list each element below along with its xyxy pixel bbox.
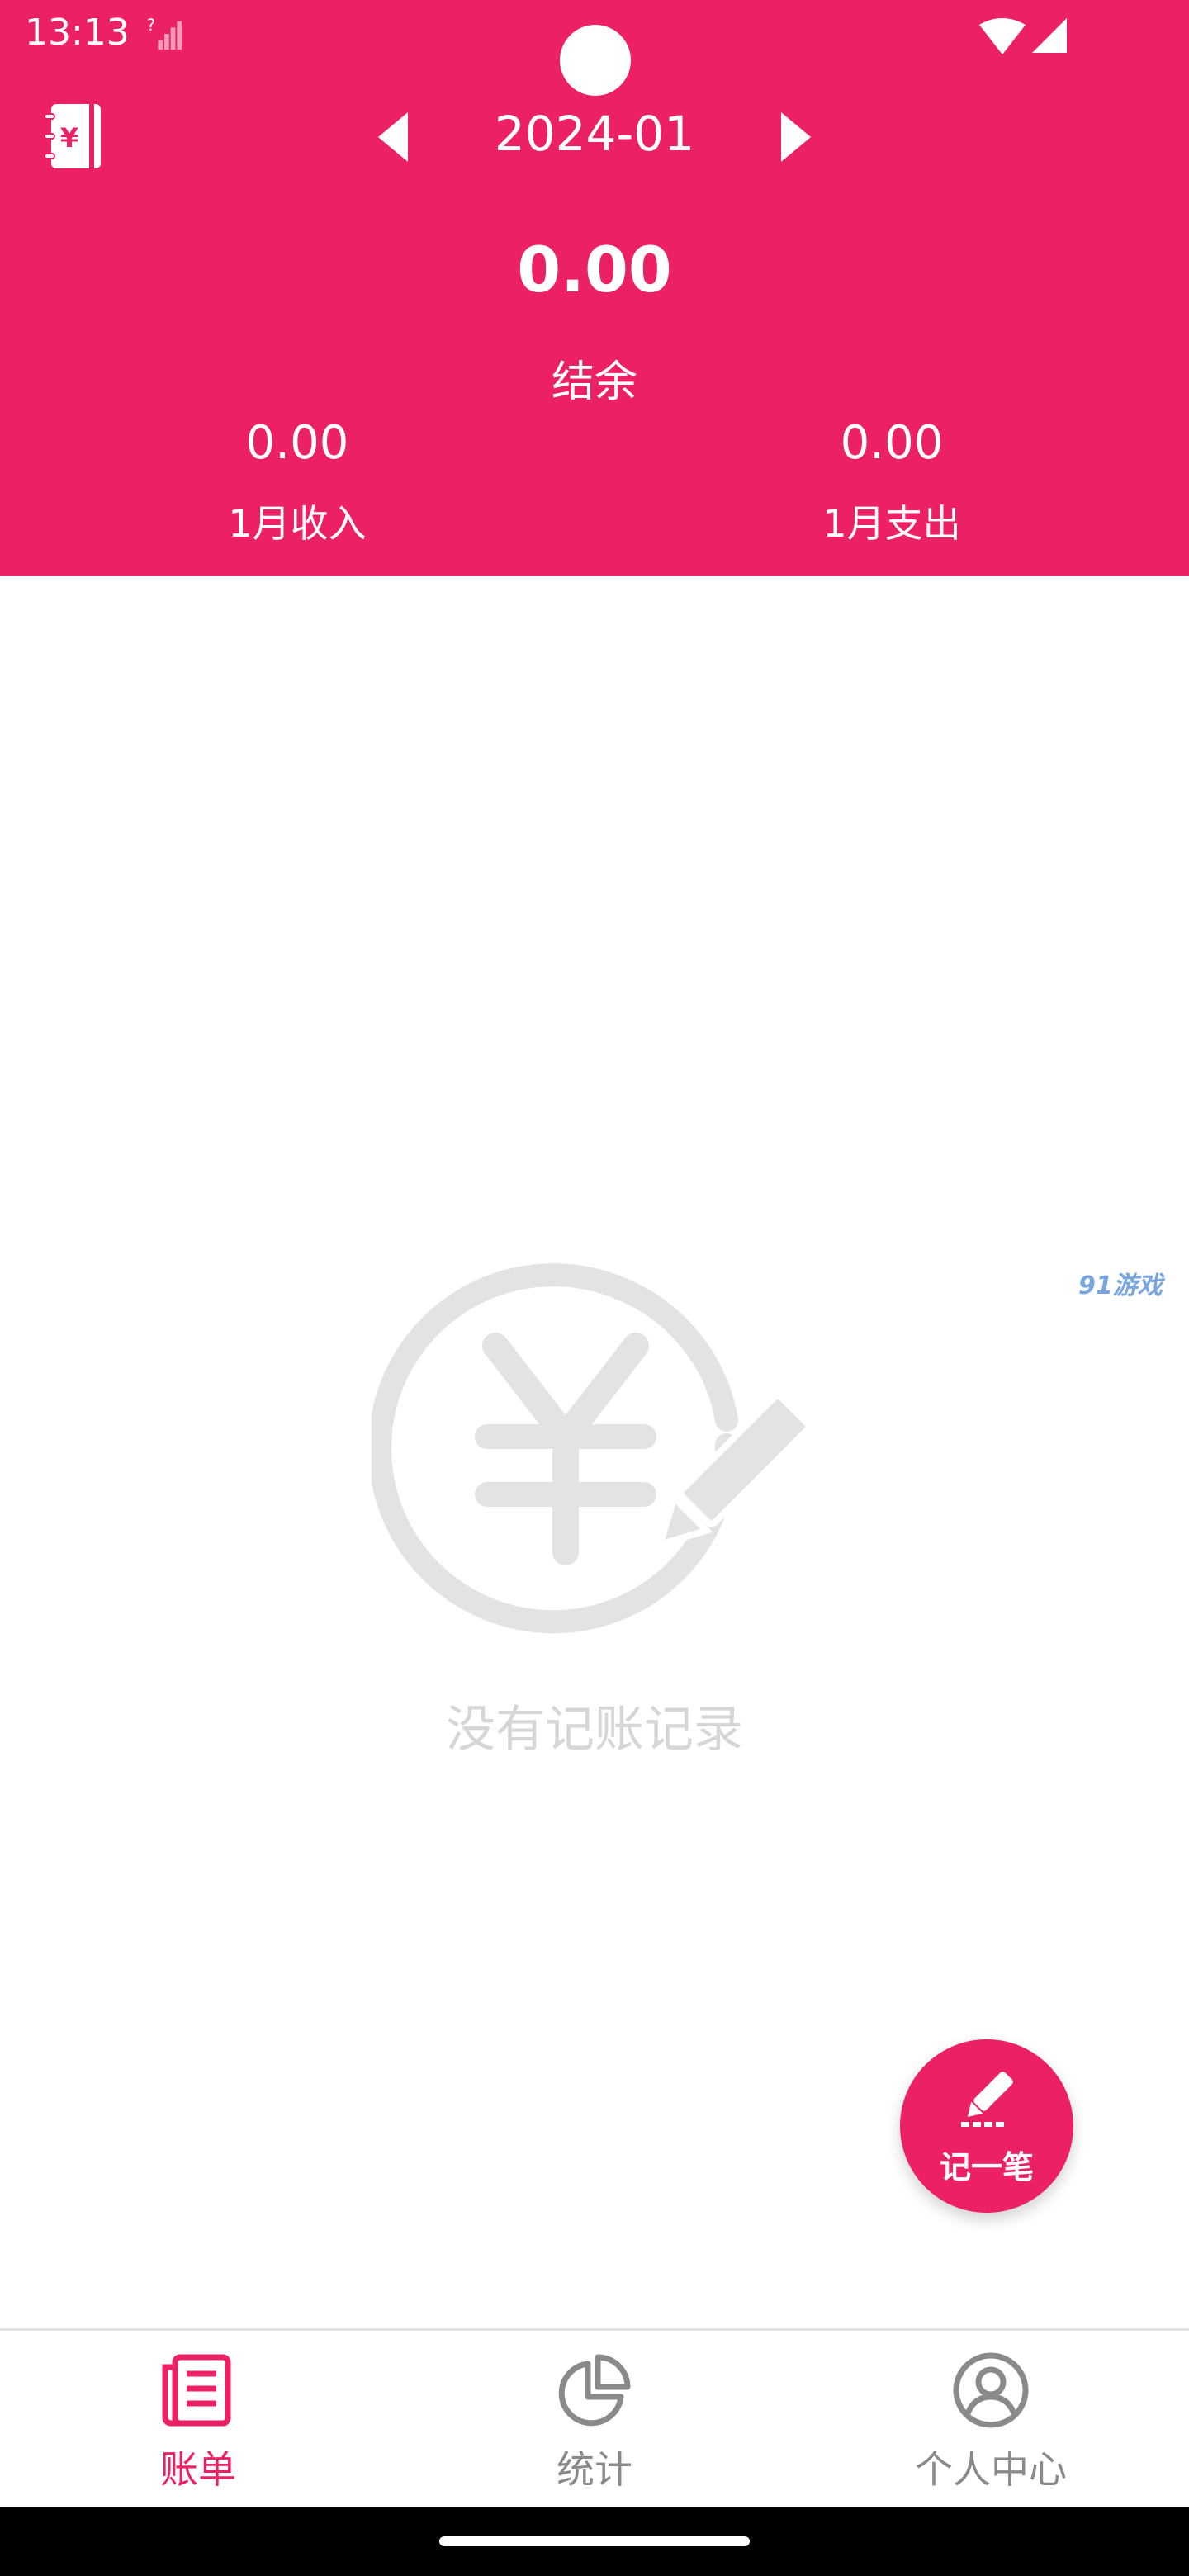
expense-label: 1月支出 (822, 501, 961, 546)
balance-amount: 0.00 (517, 233, 672, 306)
balance-label: 结余 (551, 358, 637, 407)
home-indicator[interactable] (439, 2536, 750, 2546)
tab-bill[interactable]: 账单 (0, 2331, 396, 2509)
pencil-icon (961, 2072, 1013, 2127)
wifi-icon (979, 18, 1026, 54)
tab-bill-label: 账单 (160, 2447, 236, 2492)
add-record-button[interactable]: 记一笔 (900, 2039, 1073, 2213)
empty-ledger-icon (372, 1263, 812, 1634)
watermark-logo: 91游戏 (1078, 1271, 1163, 1300)
no-signal-icon: ? (147, 16, 182, 50)
tab-profile-label: 个人中心 (915, 2447, 1067, 2492)
svg-text:¥: ¥ (60, 122, 78, 154)
next-month-arrow-icon[interactable] (778, 112, 814, 162)
bottom-tab-bar: 账单 统计 个人中心 (0, 2328, 1189, 2509)
previous-month-arrow-icon[interactable] (375, 112, 411, 162)
status-bar: 13:13 ? (0, 0, 1189, 96)
bill-icon (162, 2354, 231, 2427)
camera-cutout (560, 25, 631, 96)
expense-value: 0.00 (840, 416, 944, 470)
tab-statistics-label: 统计 (557, 2447, 632, 2492)
add-record-label: 记一笔 (939, 2149, 1034, 2185)
income-label: 1月收入 (228, 501, 367, 546)
signal-icon (1032, 18, 1067, 53)
ledger-book-icon[interactable]: ¥ (41, 102, 104, 170)
user-icon (953, 2352, 1029, 2428)
pie-chart-icon (558, 2354, 631, 2427)
status-time: 13:13 (25, 12, 130, 54)
tab-profile[interactable]: 个人中心 (793, 2331, 1189, 2509)
svg-text:?: ? (147, 16, 155, 35)
empty-state-text: 没有记账记录 (446, 1701, 743, 1759)
income-value: 0.00 (245, 416, 349, 470)
month-selector[interactable]: 2024-01 (429, 106, 760, 162)
system-navigation-bar (0, 2507, 1189, 2576)
header: 13:13 ? ¥ 2024-01 0.00 结余 0.00 1月收入 0.00 (0, 0, 1189, 576)
tab-statistics[interactable]: 统计 (396, 2331, 793, 2509)
